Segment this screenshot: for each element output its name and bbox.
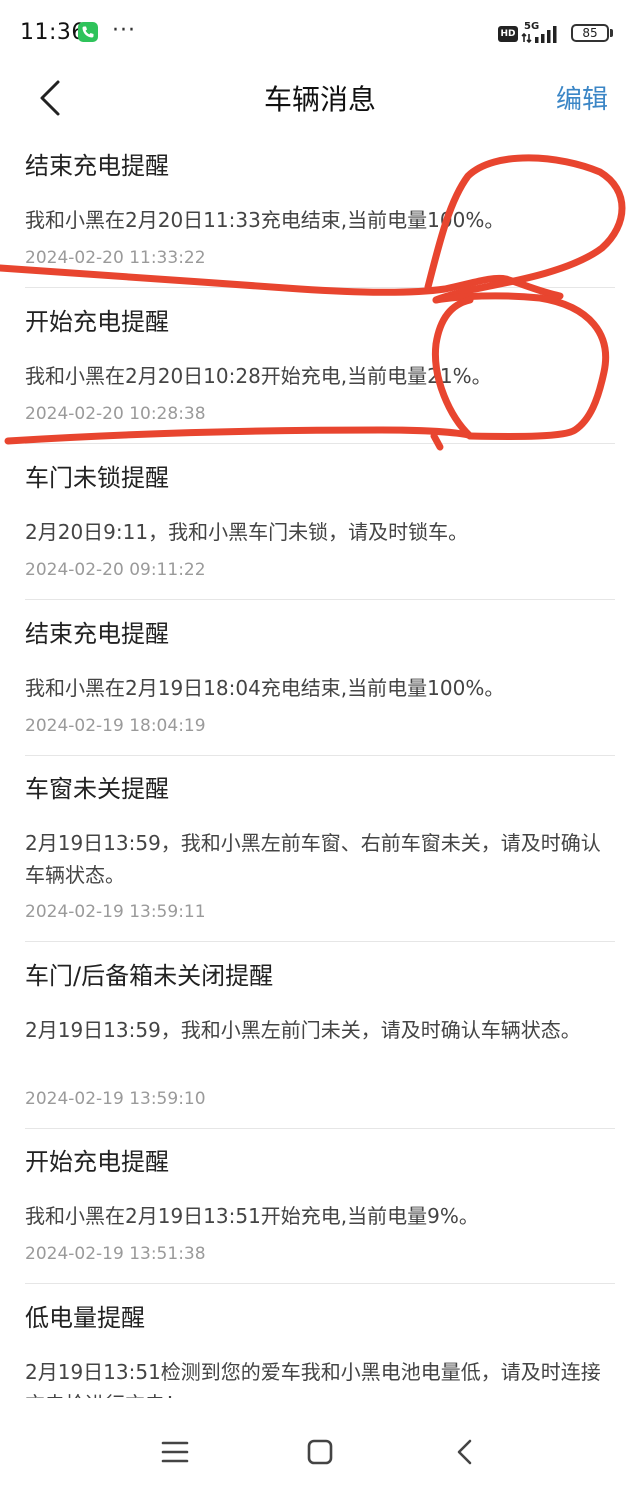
hd-icon: HD	[498, 26, 518, 42]
message-title: 车门/后备箱未关闭提醒	[25, 962, 274, 990]
message-title: 开始充电提醒	[25, 308, 169, 336]
message-item[interactable]: 车门/后备箱未关闭提醒 2月19日13:59，我和小黑左前门未关，请及时确认车辆…	[25, 960, 615, 1129]
message-body: 2月19日13:59，我和小黑左前门未关，请及时确认车辆状态。	[25, 1018, 581, 1042]
message-title: 开始充电提醒	[25, 1148, 169, 1176]
message-item[interactable]: 结束充电提醒 我和小黑在2月19日18:04充电结束,当前电量100%。 202…	[25, 618, 615, 756]
message-body: 我和小黑在2月19日18:04充电结束,当前电量100%。	[25, 676, 505, 700]
message-time: 2024-02-20 10:28:38	[25, 404, 206, 424]
system-nav-bar	[0, 1398, 640, 1493]
message-title: 结束充电提醒	[25, 620, 169, 648]
menu-icon[interactable]	[160, 1438, 190, 1466]
edit-button[interactable]: 编辑	[556, 79, 608, 116]
message-title: 车门未锁提醒	[25, 464, 169, 492]
message-item[interactable]: 开始充电提醒 我和小黑在2月20日10:28开始充电,当前电量21%。 2024…	[25, 306, 615, 444]
battery-icon: 85	[571, 24, 609, 42]
message-body: 我和小黑在2月20日10:28开始充电,当前电量21%。	[25, 364, 492, 388]
message-title: 车窗未关提醒	[25, 775, 169, 803]
message-list[interactable]: 结束充电提醒 我和小黑在2月20日11:33充电结束,当前电量100%。 202…	[0, 130, 640, 1398]
message-title: 结束充电提醒	[25, 152, 169, 180]
message-time: 2024-02-19 13:59:11	[25, 902, 206, 922]
signal-icon	[521, 26, 557, 44]
phone-icon	[78, 22, 98, 42]
message-time: 2024-02-19 18:04:19	[25, 716, 206, 736]
message-item[interactable]: 低电量提醒 2月19日13:51检测到您的爱车我和小黑电池电量低，请及时连接充电…	[25, 1302, 615, 1398]
status-bar: 11:36 ··· HD 5G 85	[0, 0, 640, 68]
more-notifications-icon: ···	[112, 18, 136, 43]
message-item[interactable]: 车窗未关提醒 2月19日13:59，我和小黑左前车窗、右前车窗未关，请及时确认车…	[25, 773, 615, 942]
battery-tip	[610, 29, 613, 37]
back-icon[interactable]	[452, 1438, 478, 1466]
message-body: 2月20日9:11，我和小黑车门未锁，请及时锁车。	[25, 520, 469, 544]
status-time: 11:36	[20, 20, 86, 45]
message-body: 2月19日13:59，我和小黑左前车窗、右前车窗未关，请及时确认车辆状态。	[25, 831, 601, 887]
message-title: 低电量提醒	[25, 1304, 145, 1332]
home-icon[interactable]	[306, 1438, 334, 1466]
message-item[interactable]: 车门未锁提醒 2月20日9:11，我和小黑车门未锁，请及时锁车。 2024-02…	[25, 462, 615, 600]
app-header: 车辆消息 编辑	[0, 68, 640, 130]
message-time: 2024-02-20 11:33:22	[25, 248, 206, 268]
message-time: 2024-02-19 13:51:38	[25, 1244, 206, 1264]
message-body: 2月19日13:51检测到您的爱车我和小黑电池电量低，请及时连接充电枪进行充电！	[25, 1360, 601, 1398]
message-body: 我和小黑在2月19日13:51开始充电,当前电量9%。	[25, 1204, 479, 1228]
message-item[interactable]: 结束充电提醒 我和小黑在2月20日11:33充电结束,当前电量100%。 202…	[25, 150, 615, 288]
page-title: 车辆消息	[263, 83, 376, 116]
message-item[interactable]: 开始充电提醒 我和小黑在2月19日13:51开始充电,当前电量9%。 2024-…	[25, 1146, 615, 1284]
message-time: 2024-02-19 13:59:10	[25, 1089, 206, 1109]
message-time: 2024-02-20 09:11:22	[25, 560, 206, 580]
message-body: 我和小黑在2月20日11:33充电结束,当前电量100%。	[25, 208, 505, 232]
